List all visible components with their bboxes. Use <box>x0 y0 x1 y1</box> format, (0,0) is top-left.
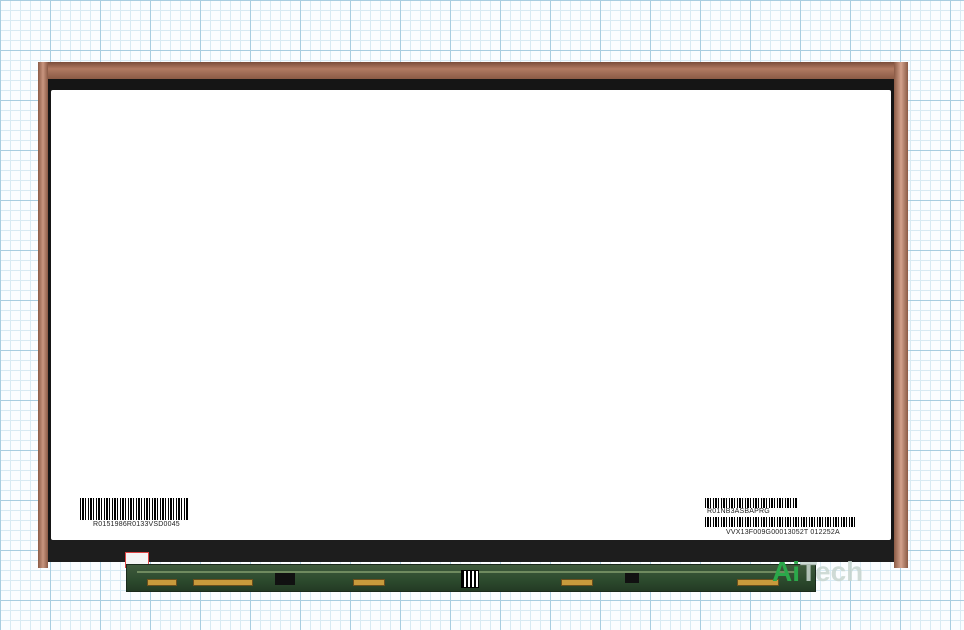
pcb-connector <box>147 579 177 586</box>
watermark-logo: AiTech <box>772 556 863 588</box>
serial-label-right-bottom: VVX13F009G00013052T 012252A <box>726 529 840 536</box>
qr-code <box>461 570 479 588</box>
barcode-right-bottom <box>705 517 855 527</box>
copper-foil-right <box>894 62 908 568</box>
serial-label-right-top: R01NB3ASBAPRG <box>707 508 770 515</box>
serial-label-left: R0151986R0133VSD0045 <box>93 521 180 528</box>
pcb-chip <box>625 573 639 583</box>
copper-foil-left <box>38 62 48 568</box>
lcd-bottom-edge <box>48 540 894 562</box>
barcode-left <box>80 498 188 520</box>
pcb-connector <box>561 579 593 586</box>
watermark-part-b: Tech <box>800 556 864 587</box>
lcd-screen <box>51 90 891 540</box>
pcb-chip <box>275 573 295 585</box>
watermark-part-a: Ai <box>772 556 800 587</box>
copper-foil-top <box>38 62 908 79</box>
pcb-connector <box>193 579 253 586</box>
pcb-connector <box>353 579 385 586</box>
barcode-right-top <box>705 498 797 508</box>
